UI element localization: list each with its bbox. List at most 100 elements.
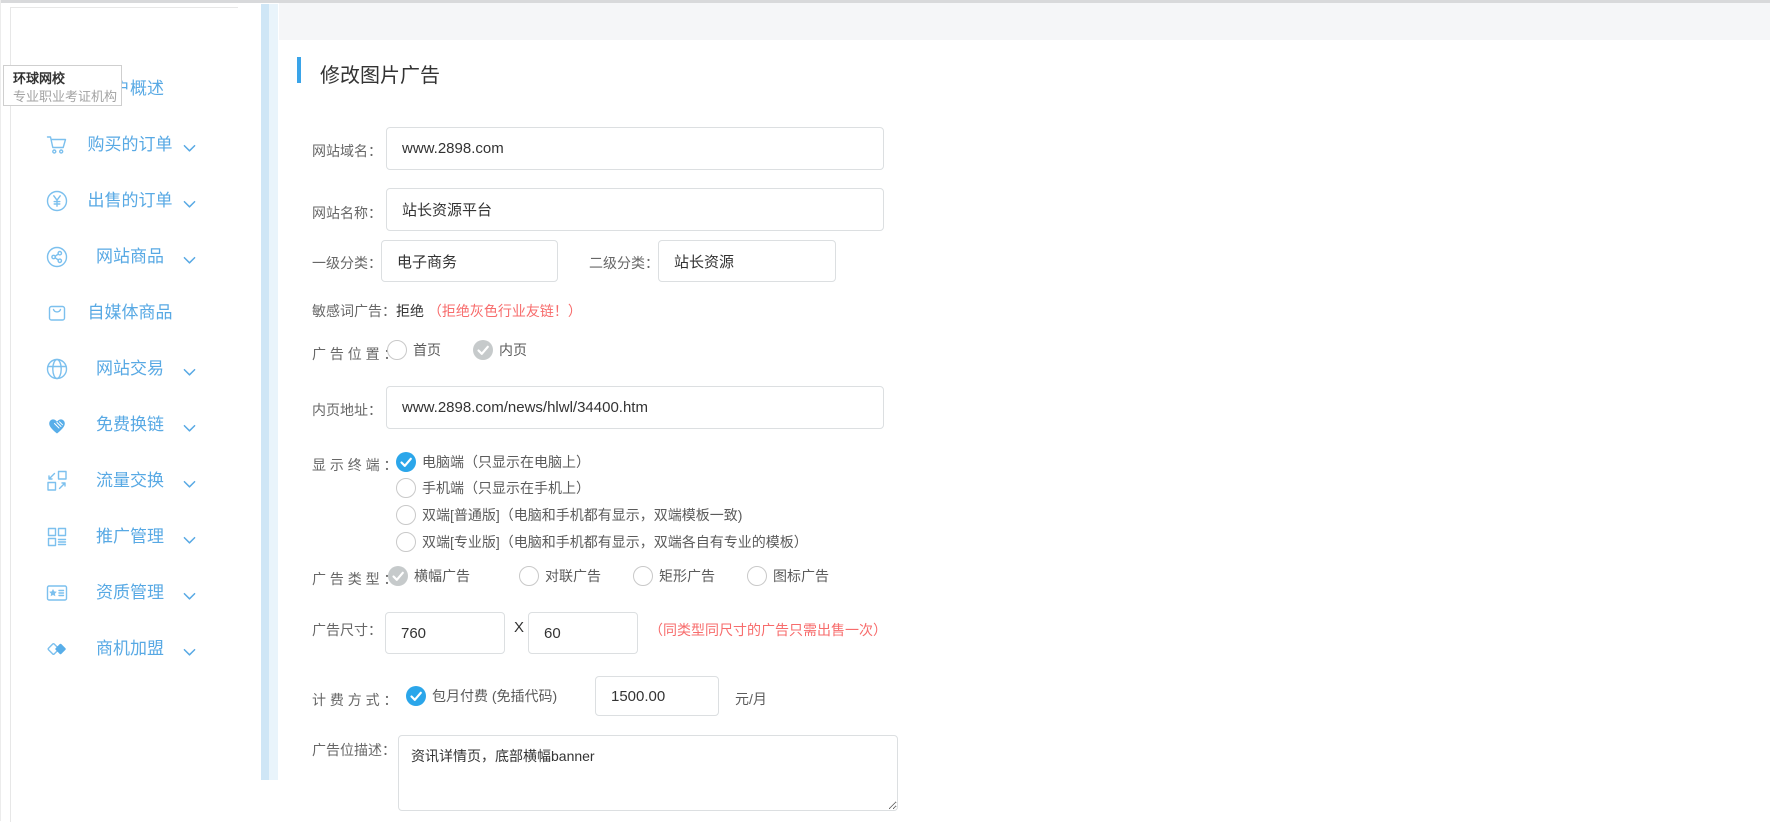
- radio-unchecked-icon[interactable]: [396, 532, 416, 552]
- sensitive-row: 敏感词广告：拒绝 （拒绝灰色行业友链！）: [312, 301, 582, 321]
- sidebar-item-website-trade[interactable]: 网站交易: [0, 341, 238, 397]
- sidebar-item-label: 流量交换: [70, 470, 190, 492]
- ad-type-option-couplet[interactable]: 对联广告: [519, 566, 601, 586]
- price-input[interactable]: [595, 676, 719, 716]
- radio-checked-blue-icon[interactable]: [406, 686, 426, 706]
- terminal-option-dual-normal[interactable]: 双端[普通版]（电脑和手机都有显示，双端模板一致): [396, 505, 742, 525]
- tooltip-subtitle: 专业职业考证机构: [13, 88, 121, 105]
- category1-input[interactable]: [381, 240, 558, 282]
- ad-position-option-home[interactable]: 首页: [387, 340, 441, 360]
- ad-type-option-banner[interactable]: 横幅广告: [388, 566, 470, 586]
- chevron-down-icon: [183, 532, 196, 541]
- sensitive-label: 敏感词广告：: [312, 303, 396, 319]
- ad-width-input[interactable]: [385, 612, 505, 654]
- size-separator: X: [514, 619, 524, 636]
- sidebar-item-label: 自媒体商品: [70, 302, 190, 324]
- sidebar-item-sell-orders[interactable]: 出售的订单: [0, 173, 238, 229]
- ad-height-input[interactable]: [528, 612, 638, 654]
- cert-badge-icon: [45, 581, 69, 605]
- billing-option-monthly[interactable]: 包月付费 (免插代码): [406, 686, 557, 706]
- sidebar-item-label: 免费换链: [70, 414, 190, 436]
- radio-unchecked-icon[interactable]: [396, 505, 416, 525]
- sidebar-item-label: 购买的订单: [70, 134, 190, 156]
- share-circle-icon: [45, 245, 69, 269]
- sidebar-item-label: 网站交易: [70, 358, 190, 380]
- ad-type-label: 广 告 类 型 ：: [312, 569, 398, 589]
- tooltip-title: 环球网校: [13, 70, 121, 88]
- title-accent-bar: [297, 57, 301, 83]
- radio-unchecked-icon[interactable]: [519, 566, 539, 586]
- ad-size-label: 广告尺寸：: [312, 620, 382, 640]
- radio-label[interactable]: 图标广告: [773, 566, 829, 586]
- yen-circle-icon: [45, 189, 69, 213]
- description-textarea[interactable]: 资讯详情页，底部横幅banner: [398, 735, 898, 811]
- terminal-option-dual-pro[interactable]: 双端[专业版]（电脑和手机都有显示，双端各自有专业的模板）: [396, 532, 808, 552]
- description-label: 广告位描述：: [312, 740, 396, 760]
- billing-label: 计 费 方 式 ：: [312, 690, 398, 710]
- inner-url-label: 内页地址：: [312, 400, 382, 420]
- chevron-down-icon: [183, 420, 196, 429]
- radio-label[interactable]: 内页: [499, 340, 527, 360]
- category1-label: 一级分类：: [312, 253, 382, 273]
- sidebar-scrollbar-thumb[interactable]: [261, 4, 269, 780]
- radio-label[interactable]: 首页: [413, 340, 441, 360]
- radio-label[interactable]: 双端[专业版]（电脑和手机都有显示，双端各自有专业的模板）: [422, 532, 808, 552]
- sidebar-menu: 账户概述 购买的订单 出售的订单 网站商品 自媒体商品: [0, 61, 238, 677]
- sidebar-scrollbar-track[interactable]: [261, 4, 278, 780]
- chevron-down-icon: [183, 476, 196, 485]
- radio-unchecked-icon[interactable]: [387, 340, 407, 360]
- chevron-down-icon: [183, 644, 196, 653]
- tags-icon: [45, 637, 69, 661]
- sidebar-item-label: 资质管理: [70, 582, 190, 604]
- sidebar-item-business-join[interactable]: 商机加盟: [0, 621, 238, 677]
- radio-unchecked-icon[interactable]: [396, 478, 416, 498]
- site-name-input[interactable]: [386, 188, 884, 231]
- bag-icon: [45, 301, 69, 325]
- sidebar-item-media-goods[interactable]: 自媒体商品: [0, 285, 238, 341]
- category2-label: 二级分类：: [589, 253, 659, 273]
- sidebar-item-free-link-exchange[interactable]: 免费换链: [0, 397, 238, 453]
- ad-type-option-icon[interactable]: 图标广告: [747, 566, 829, 586]
- radio-label[interactable]: 电脑端（只显示在电脑上）: [422, 452, 590, 472]
- chevron-down-icon: [183, 252, 196, 261]
- link-heart-icon: [45, 413, 69, 437]
- radio-checked-gray-icon[interactable]: [473, 340, 493, 360]
- ad-size-note: （同类型同尺寸的广告只需出售一次）: [649, 620, 887, 640]
- globe-icon: [45, 357, 69, 381]
- inner-url-input[interactable]: [386, 386, 884, 429]
- chevron-down-icon: [183, 196, 196, 205]
- sidebar-item-qualification-management[interactable]: 资质管理: [0, 565, 238, 621]
- sidebar-item-website-goods[interactable]: 网站商品: [0, 229, 238, 285]
- content-background: [279, 3, 1770, 40]
- cart-icon: [45, 133, 69, 157]
- sidebar-item-label: 出售的订单: [70, 190, 190, 212]
- sidebar-item-label: 网站商品: [70, 246, 190, 268]
- radio-label[interactable]: 双端[普通版]（电脑和手机都有显示，双端模板一致): [422, 505, 742, 525]
- domain-input[interactable]: [386, 127, 884, 170]
- radio-label[interactable]: 对联广告: [545, 566, 601, 586]
- ad-position-option-inner[interactable]: 内页: [473, 340, 527, 360]
- site-tooltip: 环球网校 专业职业考证机构: [3, 65, 122, 106]
- ad-type-option-rectangle[interactable]: 矩形广告: [633, 566, 715, 586]
- sidebar-item-traffic-exchange[interactable]: 流量交换: [0, 453, 238, 509]
- radio-unchecked-icon[interactable]: [633, 566, 653, 586]
- sidebar-item-purchase-orders[interactable]: 购买的订单: [0, 117, 238, 173]
- radio-checked-blue-icon[interactable]: [396, 452, 416, 472]
- radio-unchecked-icon[interactable]: [747, 566, 767, 586]
- terminal-option-pc[interactable]: 电脑端（只显示在电脑上）: [396, 452, 590, 472]
- promo-grid-icon: [45, 525, 69, 549]
- radio-label[interactable]: 矩形广告: [659, 566, 715, 586]
- sidebar-item-promotion-management[interactable]: 推广管理: [0, 509, 238, 565]
- radio-label[interactable]: 横幅广告: [414, 566, 470, 586]
- category2-input[interactable]: [658, 240, 836, 282]
- sensitive-value: 拒绝: [396, 303, 424, 319]
- radio-checked-gray-icon[interactable]: [388, 566, 408, 586]
- terminal-option-mobile[interactable]: 手机端（只显示在手机上）: [396, 478, 590, 498]
- page-title: 修改图片广告: [320, 59, 440, 88]
- radio-label[interactable]: 包月付费 (免插代码): [432, 686, 557, 706]
- radio-label[interactable]: 手机端（只显示在手机上）: [422, 478, 590, 498]
- site-name-label: 网站名称：: [312, 203, 382, 223]
- ad-position-label: 广 告 位 置 ：: [312, 344, 398, 364]
- page: { "tooltip": { "title": "环球网校", "subtitl…: [0, 0, 1770, 821]
- chevron-down-icon: [183, 588, 196, 597]
